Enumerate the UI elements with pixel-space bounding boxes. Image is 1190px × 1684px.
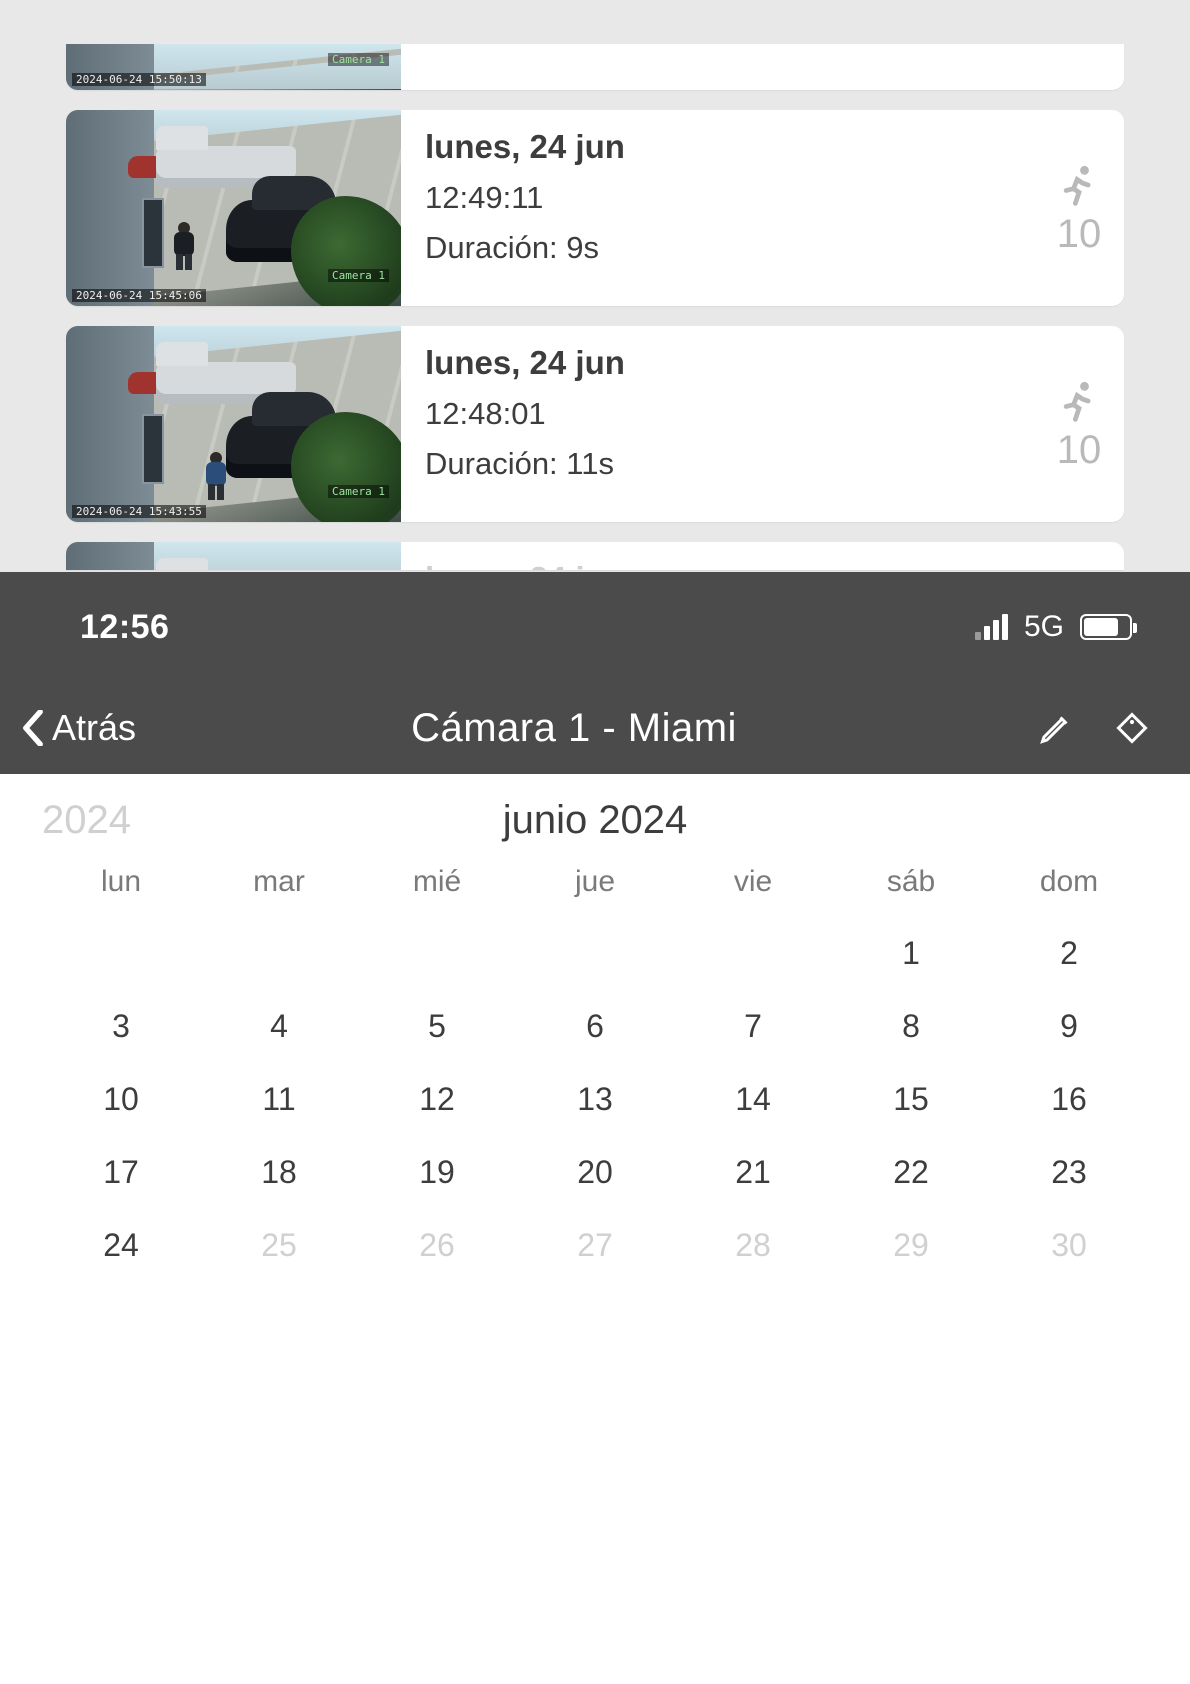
calendar-grid: lunmarmiéjueviesábdom1234567891011121314… [42, 865, 1148, 1264]
camera-label: Camera 1 [328, 269, 389, 282]
event-card[interactable]: Camera 1 2024-06-24 15:50:13 [66, 44, 1124, 90]
tag-button[interactable] [1110, 706, 1154, 750]
event-info: lunes, 24 jun 12:49:11 Duración: 9s [401, 110, 1034, 306]
calendar-day[interactable]: 24 [42, 1227, 200, 1264]
calendar-day[interactable]: 29 [832, 1227, 990, 1264]
edit-button[interactable] [1034, 706, 1078, 750]
chevron-left-icon [22, 710, 44, 746]
calendar-day[interactable]: 27 [516, 1227, 674, 1264]
calendar-day[interactable]: 3 [42, 1008, 200, 1045]
calendar-day[interactable]: 9 [990, 1008, 1148, 1045]
battery-icon [1080, 614, 1132, 640]
event-time: 12:49:11 [425, 180, 1026, 216]
calendar-day[interactable]: 2 [990, 935, 1148, 972]
pencil-icon [1038, 710, 1074, 746]
person-icon [206, 452, 226, 500]
calendar-month-label: junio 2024 [174, 798, 1016, 843]
back-label: Atrás [52, 707, 136, 749]
calendar-day[interactable]: 23 [990, 1154, 1148, 1191]
calendar-day[interactable]: 11 [200, 1081, 358, 1118]
calendar-day[interactable]: 22 [832, 1154, 990, 1191]
calendar-day[interactable]: 4 [200, 1008, 358, 1045]
event-info: lunes, 24 jun 12:48:01 Duración: 11s [401, 326, 1034, 522]
phone-screen: 12:56 5G Atrás Cámara 1 - Miami [0, 572, 1190, 1684]
calendar-dow: sáb [832, 865, 990, 899]
person-icon [174, 222, 194, 270]
event-date: lunes, 24 jun [425, 128, 1026, 166]
calendar-dow: jue [516, 865, 674, 899]
calendar-dow: vie [674, 865, 832, 899]
calendar-day[interactable]: 5 [358, 1008, 516, 1045]
detection-count: 10 [1057, 430, 1102, 470]
thumb-timestamp: 2024-06-24 15:50:13 [72, 73, 206, 86]
calendar-day[interactable]: 18 [200, 1154, 358, 1191]
status-bar: 12:56 5G [0, 572, 1190, 682]
nav-title: Cámara 1 - Miami [146, 706, 1002, 751]
calendar-day[interactable]: 6 [516, 1008, 674, 1045]
calendar-day[interactable]: 26 [358, 1227, 516, 1264]
event-info: lunes, 24 jun [401, 542, 1034, 570]
running-person-icon [1057, 378, 1101, 424]
calendar-day[interactable]: 10 [42, 1081, 200, 1118]
calendar-dow: dom [990, 865, 1148, 899]
calendar-dow: mié [358, 865, 516, 899]
calendar: 2024 junio 2024 lunmarmiéjueviesábdom123… [0, 774, 1190, 1264]
calendar-day[interactable]: 17 [42, 1154, 200, 1191]
motion-badge: 10 [1034, 110, 1124, 306]
camera-label: Camera 1 [328, 485, 389, 498]
event-date: lunes, 24 jun [425, 560, 1026, 570]
calendar-year-hint[interactable]: 2024 [42, 798, 174, 843]
event-thumbnail[interactable] [66, 542, 401, 570]
event-thumbnail[interactable]: Camera 1 2024-06-24 15:45:06 [66, 110, 401, 306]
calendar-day[interactable]: 15 [832, 1081, 990, 1118]
event-duration: Duración: 11s [425, 446, 1026, 482]
calendar-day[interactable]: 21 [674, 1154, 832, 1191]
calendar-day[interactable]: 7 [674, 1008, 832, 1045]
calendar-dow: lun [42, 865, 200, 899]
event-card[interactable]: Camera 1 2024-06-24 15:43:55 lunes, 24 j… [66, 326, 1124, 522]
signal-bars-icon [975, 614, 1008, 640]
calendar-day[interactable]: 8 [832, 1008, 990, 1045]
calendar-day[interactable]: 13 [516, 1081, 674, 1118]
calendar-day[interactable]: 14 [674, 1081, 832, 1118]
calendar-day[interactable]: 25 [200, 1227, 358, 1264]
nav-bar: Atrás Cámara 1 - Miami [0, 682, 1190, 774]
thumb-timestamp: 2024-06-24 15:45:06 [72, 289, 206, 302]
event-date: lunes, 24 jun [425, 344, 1026, 382]
calendar-day[interactable]: 30 [990, 1227, 1148, 1264]
event-thumbnail[interactable]: Camera 1 2024-06-24 15:50:13 [66, 44, 401, 90]
calendar-day[interactable]: 16 [990, 1081, 1148, 1118]
calendar-day[interactable]: 28 [674, 1227, 832, 1264]
calendar-day[interactable]: 19 [358, 1154, 516, 1191]
tag-icon [1114, 710, 1150, 746]
event-card[interactable]: Camera 1 2024-06-24 15:45:06 lunes, 24 j… [66, 110, 1124, 306]
motion-badge: 10 [1034, 326, 1124, 522]
calendar-day[interactable]: 20 [516, 1154, 674, 1191]
thumb-timestamp: 2024-06-24 15:43:55 [72, 505, 206, 518]
back-button[interactable]: Atrás [22, 707, 136, 749]
event-time: 12:48:01 [425, 396, 1026, 432]
calendar-day[interactable]: 1 [832, 935, 990, 972]
event-duration: Duración: 9s [425, 230, 1026, 266]
calendar-dow: mar [200, 865, 358, 899]
running-person-icon [1057, 162, 1101, 208]
detection-count: 10 [1057, 214, 1102, 254]
event-list: Camera 1 2024-06-24 15:50:13 Camera 1 20… [0, 0, 1190, 572]
event-thumbnail[interactable]: Camera 1 2024-06-24 15:43:55 [66, 326, 401, 522]
camera-label: Camera 1 [328, 53, 389, 66]
status-clock: 12:56 [80, 608, 169, 647]
calendar-day[interactable]: 12 [358, 1081, 516, 1118]
network-type: 5G [1024, 610, 1064, 644]
event-card[interactable]: lunes, 24 jun [66, 542, 1124, 570]
